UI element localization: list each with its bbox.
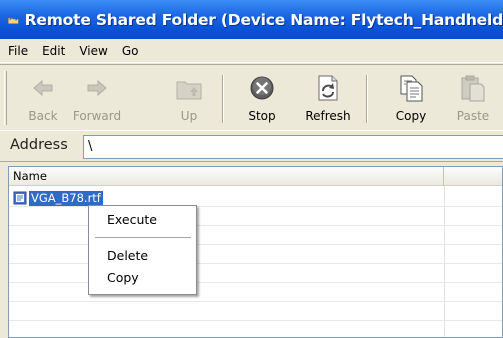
list-item[interactable]: VGA_B78.rtf (13, 190, 103, 206)
menu-go[interactable]: Go (122, 44, 139, 58)
address-input[interactable]: \ (83, 135, 503, 159)
paste-icon (461, 75, 485, 102)
toolbar-grip[interactable] (4, 71, 7, 125)
back-button[interactable]: Back (16, 73, 70, 129)
shared-folder-icon (8, 16, 19, 24)
context-menu-copy[interactable]: Copy (89, 268, 196, 288)
up-button[interactable]: Up (162, 73, 216, 129)
refresh-icon (318, 75, 338, 101)
context-menu-separator (95, 237, 191, 238)
copy-label: Copy (395, 109, 427, 123)
context-menu-execute[interactable]: Execute (89, 210, 196, 230)
title-bar[interactable]: Remote Shared Folder (Device Name: Flyte… (0, 0, 503, 39)
toolbar-separator (222, 75, 224, 123)
list-header: Name (9, 167, 502, 186)
toolbar-separator (366, 75, 368, 123)
paste-label: Paste (456, 109, 490, 123)
context-menu-delete[interactable]: Delete (89, 246, 196, 266)
address-value: \ (88, 139, 93, 154)
forward-label: Forward (72, 109, 122, 123)
back-label: Back (28, 109, 58, 123)
row-gridline (9, 282, 502, 283)
stop-label: Stop (248, 109, 276, 123)
stop-icon (250, 76, 274, 100)
column-header-name[interactable]: Name (9, 167, 444, 186)
menu-view[interactable]: View (79, 44, 107, 58)
address-label: Address (10, 137, 68, 153)
paste-button[interactable]: Paste (446, 73, 500, 129)
row-gridline (9, 244, 502, 245)
up-label: Up (180, 109, 198, 123)
row-gridline (9, 206, 502, 207)
menu-bar: File Edit View Go (0, 39, 503, 63)
copy-icon (400, 75, 423, 102)
forward-arrow-icon (87, 79, 107, 97)
folder-up-icon (176, 81, 202, 100)
refresh-button[interactable]: Refresh (301, 73, 355, 129)
forward-button[interactable]: Forward (70, 73, 124, 129)
rtf-document-icon (13, 191, 27, 205)
column-header-empty[interactable] (444, 167, 502, 186)
menu-file[interactable]: File (8, 44, 28, 58)
menu-edit[interactable]: Edit (42, 44, 65, 58)
row-gridline (9, 263, 502, 264)
row-gridline (9, 301, 502, 302)
row-gridline (9, 320, 502, 321)
row-gridline (9, 225, 502, 226)
refresh-label: Refresh (305, 109, 351, 123)
stop-button[interactable]: Stop (235, 73, 289, 129)
back-arrow-icon (33, 79, 53, 97)
file-name[interactable]: VGA_B78.rtf (29, 190, 103, 206)
window-title: Remote Shared Folder (Device Name: Flyte… (24, 10, 503, 29)
copy-button[interactable]: Copy (384, 73, 438, 129)
context-menu: Execute Delete Copy (88, 205, 197, 295)
file-list[interactable]: Name VGA_B78.rtf (8, 166, 503, 338)
address-bar: Address \ (0, 130, 503, 162)
column-divider (444, 186, 445, 337)
toolbar: Back Forward Up Stop Refresh Copy Paste (0, 64, 503, 130)
